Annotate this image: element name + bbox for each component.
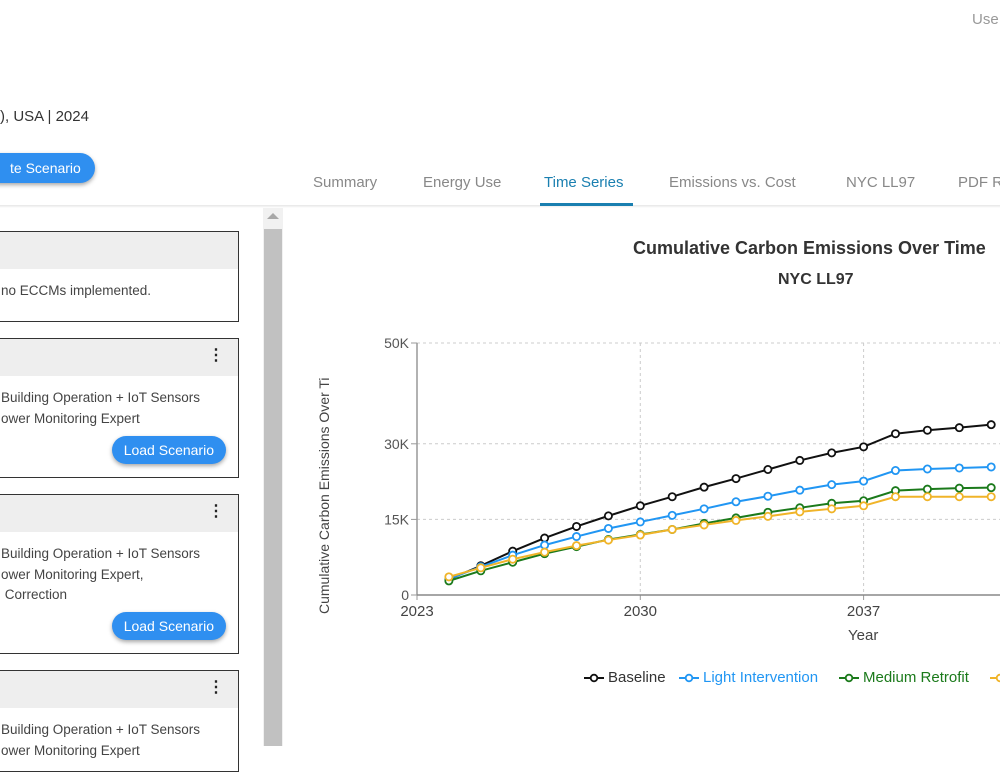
legend-marker-icon [679,673,699,683]
y-tick-label: 30K [384,436,410,452]
y-tick-label: 15K [384,511,410,527]
legend-marker-icon [839,673,859,683]
data-point [540,533,550,543]
data-point [476,563,486,573]
legend-item[interactable] [989,669,1000,686]
y-tick-label: 0 [401,587,409,603]
data-point [827,448,837,458]
data-point [859,476,869,486]
data-point [763,511,773,521]
data-point [763,465,773,475]
data-point [699,504,709,514]
data-point [572,541,582,551]
data-point [667,524,677,534]
series-line-2 [448,486,992,582]
data-point [954,483,964,493]
data-point [795,455,805,465]
series-line-3 [448,495,992,578]
legend-label: Medium Retrofit [863,669,969,686]
legend-label: Baseline [608,669,666,686]
legend-label: Light Intervention [703,669,819,686]
data-point [986,483,996,493]
data-point [795,485,805,495]
data-point [603,535,613,545]
data-point [986,420,996,430]
data-point [922,425,932,435]
data-point [954,423,964,433]
data-point [922,464,932,474]
legend-marker-icon [990,673,1000,683]
data-point [763,491,773,501]
data-point [508,554,518,564]
data-point [954,492,964,502]
data-point [954,463,964,473]
data-point [922,492,932,502]
data-point [444,572,454,582]
data-point [922,484,932,494]
data-point [699,520,709,530]
data-point [635,501,645,511]
data-point [827,504,837,514]
data-point [827,480,837,490]
legend-item[interactable]: Baseline [583,669,666,686]
chart-canvas: 0 15K 30K 50K 2023 2030 2037 [384,335,1000,620]
x-tick-label: 2023 [400,603,433,620]
data-point [859,442,869,452]
data-point [731,474,741,484]
data-point [603,511,613,521]
data-point [635,517,645,527]
legend-item[interactable]: Light Intervention [678,669,818,686]
data-point [603,523,613,533]
data-point [891,429,901,439]
data-point [667,492,677,502]
data-point [572,532,582,542]
data-point [891,492,901,502]
data-point [859,501,869,511]
y-tick-label: 50K [384,335,410,351]
data-point [667,510,677,520]
data-point [891,466,901,476]
data-point [540,547,550,557]
data-point [572,521,582,531]
data-point [699,482,709,492]
x-tick-label: 2037 [847,603,880,620]
legend-item[interactable]: Medium Retrofit [838,669,969,686]
data-point [986,492,996,502]
data-point [635,530,645,540]
data-point [795,507,805,517]
legend-marker-icon [584,673,604,683]
data-point [731,515,741,525]
data-point [986,462,996,472]
x-tick-label: 2030 [624,603,657,620]
data-point [731,497,741,507]
data-point [540,540,550,550]
